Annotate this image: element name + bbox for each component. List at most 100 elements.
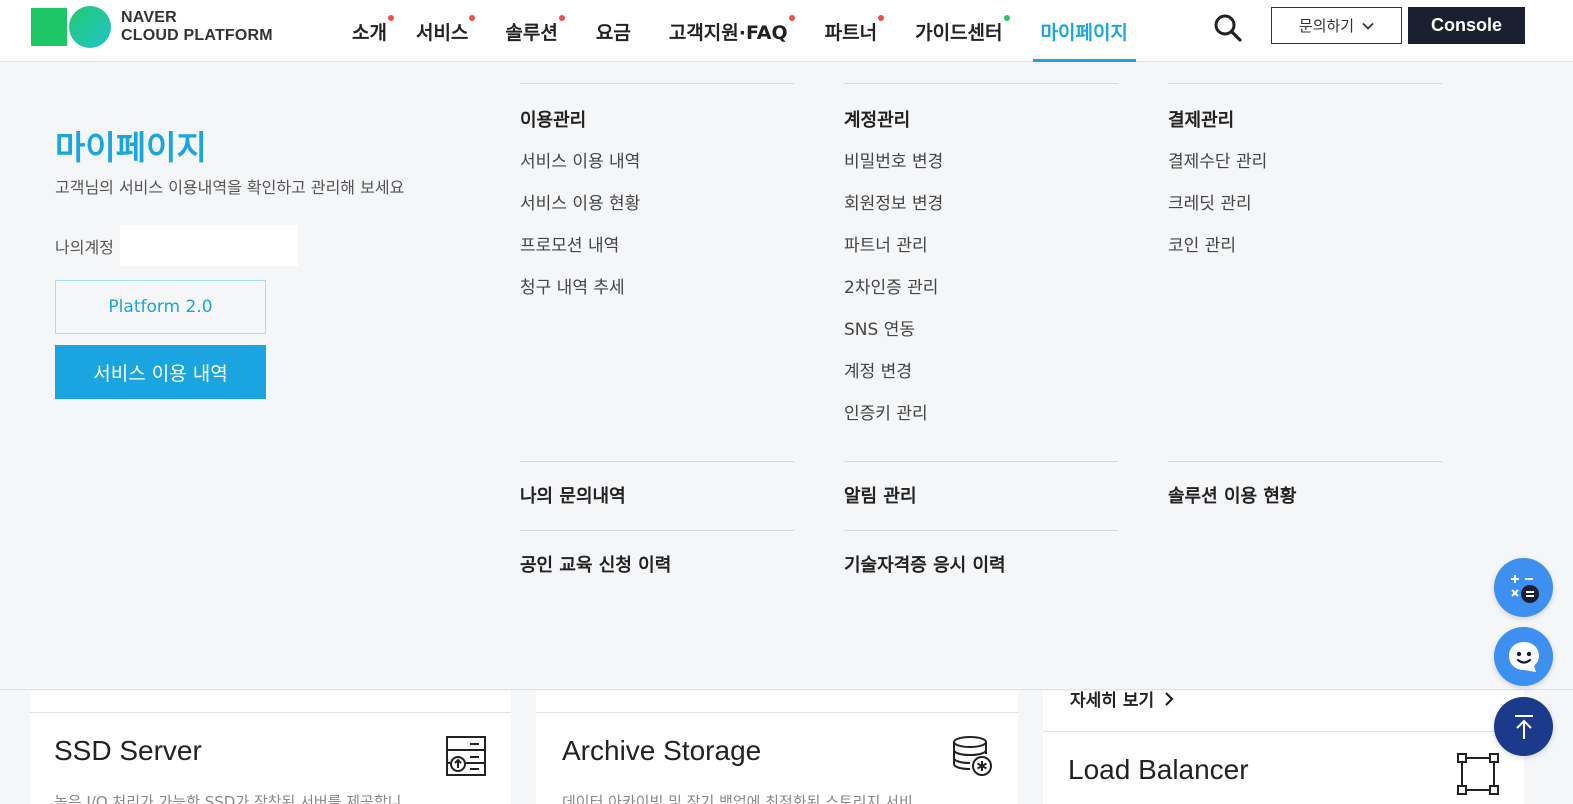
divider [844,83,1118,84]
divider [520,83,794,84]
notifications-section: 알림 관리 [844,461,1118,508]
more-details-link[interactable]: 자세히 보기 [1070,686,1174,711]
scroll-to-top-button[interactable] [1494,697,1553,756]
menu-link-switch-account[interactable]: 계정 변경 [844,361,1118,384]
nav-item-support-faq[interactable]: 고객지원·FAQ [668,0,795,62]
menu-link-sns-link[interactable]: SNS 연동 [844,319,1118,342]
archive-storage-card[interactable]: Archive Storage 데이터 아카이빙 및 장기 백업에 최적화된 스… [536,691,1018,804]
card-description: 높은 I/O 처리가 가능한 SSD가 장착된 서버를 제공합니 [54,793,402,804]
console-button[interactable]: Console [1408,7,1525,44]
logo-text-line1: NAVER [121,9,177,26]
calculator-icon [1510,574,1539,603]
usage-management-heading: 이용관리 [520,110,587,131]
menu-link-payment-methods[interactable]: 결제수단 관리 [1168,151,1442,174]
menu-link-certification-history[interactable]: 기술자격증 응시 이력 [844,551,1118,577]
my-account-row: 나의계정 [55,225,298,266]
arrow-up-icon [1514,714,1533,739]
certification-section: 기술자격증 응시 이력 [844,530,1118,577]
education-section: 공인 교육 신청 이력 [520,530,794,577]
payment-management-column: 결제관리 결제수단 관리 크레딧 관리 코인 관리 [1168,83,1442,258]
nav-label: 고객지원·FAQ [668,21,788,44]
menu-link-change-password[interactable]: 비밀번호 변경 [844,151,1118,174]
new-dot [1003,15,1010,21]
menu-link-coin-management[interactable]: 코인 관리 [1168,235,1442,258]
card-title: Load Balancer [1068,754,1249,785]
nav-label: 파트너 [824,21,878,44]
page-description: 고객님의 서비스 이용내역을 확인하고 관리해 보세요 [55,178,405,197]
inquiries-section: 나의 문의내역 [520,461,794,508]
logo-square-mark [31,8,67,46]
nav-item-partners[interactable]: 파트너 [824,0,885,62]
divider [520,461,794,462]
inquiry-dropdown-button[interactable]: 문의하기 [1271,7,1402,44]
page-title: 마이페이지 [55,128,207,167]
notice-dot [387,15,394,21]
menu-link-credit-management[interactable]: 크레딧 관리 [1168,193,1442,216]
search-icon [1214,14,1242,42]
notice-dot [788,15,795,21]
chatbot-icon [1508,641,1539,672]
server-icon [444,734,488,778]
nav-label: 마이페이지 [1040,21,1128,44]
menu-link-notification-management[interactable]: 알림 관리 [844,482,1118,508]
logo-circle-mark [69,6,111,48]
search-button[interactable] [1212,12,1244,44]
inquiry-label: 문의하기 [1298,17,1355,35]
nav-item-solutions[interactable]: 솔루션 [505,0,565,62]
nav-label: 솔루션 [505,21,558,44]
divider [844,530,1118,531]
menu-link-education-history[interactable]: 공인 교육 신청 이력 [520,551,794,577]
nav-label: 소개 [352,21,387,44]
main-nav: 소개 서비스 솔루션 요금 고객지원·FAQ 파트너 가이드센터 마이페이지 [340,0,1137,62]
load-balancer-card[interactable]: 자세히 보기 Load Balancer [1043,691,1524,804]
nav-item-pricing[interactable]: 요금 [596,0,631,62]
menu-link-auth-key-management[interactable]: 인증키 관리 [844,403,1118,426]
my-account-value-box [119,225,298,266]
card-description: 데이터 아카이빙 및 장기 백업에 최적화된 스토리지 서비 [562,793,913,804]
nav-label: 서비스 [415,21,469,44]
chatbot-button[interactable] [1494,627,1553,686]
platform-version-button[interactable]: Platform 2.0 [55,280,266,334]
top-header: NAVER CLOUD PLATFORM 소개 서비스 솔루션 요금 고객지원·… [0,0,1573,62]
logo-text-line2: CLOUD PLATFORM [121,27,273,44]
nav-item-intro[interactable]: 소개 [352,0,394,62]
nav-item-guide-center[interactable]: 가이드센터 [915,0,1010,62]
menu-link-two-factor-auth[interactable]: 2차인증 관리 [844,277,1118,300]
storage-database-icon [950,734,994,778]
price-calculator-button[interactable] [1494,558,1553,617]
usage-management-column: 이용관리 서비스 이용 내역 서비스 이용 현황 프로모션 내역 청구 내역 추… [520,83,794,300]
my-account-label: 나의계정 [55,237,114,257]
ssd-server-card[interactable]: SSD Server 높은 I/O 처리가 가능한 SSD가 장착된 서버를 제… [30,691,511,804]
nav-label: 가이드센터 [915,21,1003,44]
naver-cloud-logo[interactable]: NAVER CLOUD PLATFORM [31,6,273,48]
menu-link-service-usage-status[interactable]: 서비스 이용 현황 [520,193,794,216]
nav-item-services[interactable]: 서비스 [415,0,476,62]
divider [844,461,1118,462]
load-balancer-icon [1456,752,1500,796]
account-management-heading: 계정관리 [844,110,911,131]
menu-link-change-member-info[interactable]: 회원정보 변경 [844,193,1118,216]
payment-management-heading: 결제관리 [1168,110,1235,131]
divider [1043,731,1524,732]
card-title: SSD Server [54,735,202,766]
service-usage-button[interactable]: 서비스 이용 내역 [55,345,266,399]
nav-label: 요금 [595,21,631,44]
account-management-column: 계정관리 비밀번호 변경 회원정보 변경 파트너 관리 2차인증 관리 SNS … [844,83,1118,426]
divider [520,530,794,531]
menu-link-solution-usage-status[interactable]: 솔루션 이용 현황 [1168,482,1442,508]
divider [30,712,511,713]
menu-link-service-usage-history[interactable]: 서비스 이용 내역 [520,151,794,174]
solutions-section: 솔루션 이용 현황 [1168,461,1442,508]
notice-dot [469,15,476,21]
notice-dot [878,15,885,21]
notice-dot [558,15,565,21]
chevron-down-icon [1362,22,1374,30]
menu-link-promotion-history[interactable]: 프로모션 내역 [520,235,794,258]
menu-link-partner-management[interactable]: 파트너 관리 [844,235,1118,258]
divider [536,712,1018,713]
card-title: Archive Storage [562,735,762,766]
menu-link-billing-trend[interactable]: 청구 내역 추세 [520,277,794,300]
menu-link-my-inquiries[interactable]: 나의 문의내역 [520,482,794,508]
nav-item-mypage[interactable]: 마이페이지 [1032,0,1137,62]
divider [1168,461,1442,462]
